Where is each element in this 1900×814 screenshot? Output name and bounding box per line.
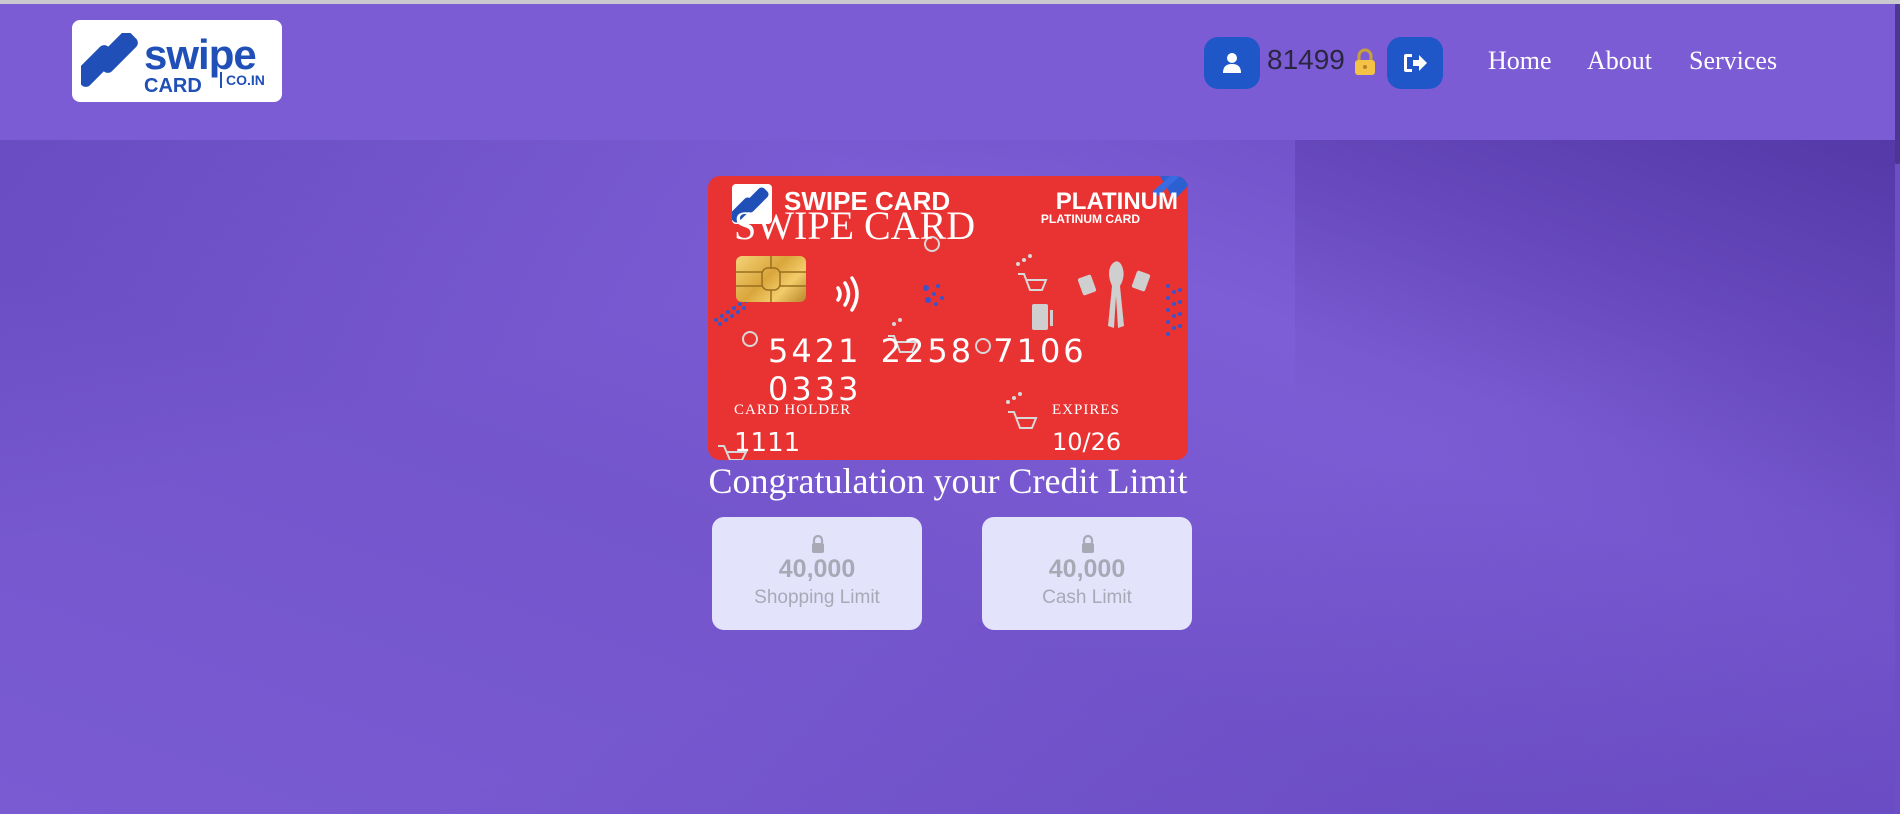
- logout-icon: [1404, 54, 1427, 72]
- logo-word: swipe: [144, 31, 257, 78]
- user-id: 81499: [1267, 44, 1345, 75]
- navbar: swipe CARD CO.IN 81499 Home About Servic…: [0, 4, 1895, 140]
- swipe-logo-icon: [81, 33, 138, 87]
- lock-icon: [812, 535, 824, 553]
- background-sheen: [1295, 140, 1895, 814]
- cash-limit-box: 40,000 Cash Limit: [982, 517, 1192, 630]
- cash-limit-amount: 40,000: [1048, 555, 1126, 583]
- shopping-limit-label: Shopping Limit: [754, 587, 880, 608]
- shopping-limit-box: 40,000 Shopping Limit: [712, 517, 922, 630]
- contactless-icon: [836, 276, 859, 312]
- logo-card-text: CARD: [144, 75, 202, 97]
- logo-domain: CO.IN: [220, 72, 265, 88]
- lock-icon: [1082, 535, 1094, 553]
- card-holder-value: 1111: [734, 428, 801, 458]
- card-number: 5421 2258 7106 0333: [768, 332, 1087, 408]
- nav-home-link[interactable]: Home: [1488, 46, 1552, 76]
- cash-limit-label: Cash Limit: [1042, 587, 1132, 608]
- expires-label: EXPIRES: [1052, 402, 1120, 418]
- nav-about-link[interactable]: About: [1587, 46, 1652, 76]
- shopping-limit-amount: 40,000: [778, 555, 856, 583]
- user-button[interactable]: [1204, 37, 1260, 89]
- expires-value: 10/26: [1052, 428, 1122, 456]
- logout-button[interactable]: [1387, 37, 1443, 89]
- card-brand-overlay: SWIPE CARD: [734, 203, 976, 248]
- scrollbar-thumb[interactable]: [1895, 4, 1900, 164]
- user-icon: [1223, 53, 1241, 73]
- scrollbar[interactable]: [1895, 4, 1900, 814]
- lock-icon: [1355, 48, 1375, 75]
- brand-logo[interactable]: swipe CARD CO.IN: [72, 20, 282, 102]
- card-tier-subtitle: PLATINUM CARD: [1040, 212, 1140, 226]
- card-holder-label: CARD HOLDER: [734, 402, 852, 418]
- credit-card: SWIPE CARD SWIPE CARD PLATINUM PLATINUM …: [708, 176, 1188, 460]
- chip-icon: [736, 256, 806, 302]
- credit-limit-message: Congratulation your Credit Limit: [708, 461, 1188, 501]
- nav-services-link[interactable]: Services: [1689, 46, 1777, 76]
